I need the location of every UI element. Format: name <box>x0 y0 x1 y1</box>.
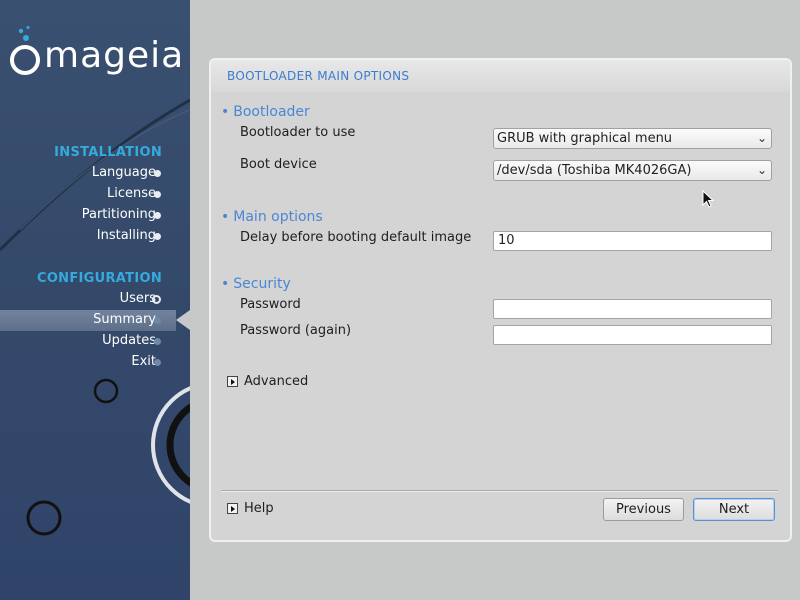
step-done-indicator <box>154 233 161 240</box>
boot-device-label: Boot device <box>240 157 317 172</box>
advanced-label: Advanced <box>244 374 309 389</box>
step-current-indicator <box>154 317 161 324</box>
sidebar-step-exit: Exit <box>131 354 156 369</box>
step-done-indicator <box>154 191 161 198</box>
password-input[interactable] <box>493 299 772 319</box>
group-title-text: Bootloader <box>233 104 310 120</box>
delay-input[interactable]: 10 <box>493 231 772 251</box>
boot-device-combo[interactable]: /dev/sda (Toshiba MK4026GA) ⌄ <box>493 160 772 181</box>
next-button[interactable]: Next <box>693 498 775 521</box>
mouse-cursor-icon <box>702 190 715 208</box>
bootloader-to-use-label: Bootloader to use <box>240 125 356 140</box>
step-todo-indicator <box>154 338 161 345</box>
step-done-indicator <box>152 295 161 304</box>
previous-button[interactable]: Previous <box>603 498 684 521</box>
group-bullet-icon: • <box>221 209 230 225</box>
sidebar-step-summary: Summary <box>93 312 156 327</box>
group-bullet-icon: • <box>221 276 230 292</box>
group-bullet-icon: • <box>221 104 230 120</box>
expand-arrow-icon <box>227 503 238 514</box>
password-again-label: Password (again) <box>240 323 352 338</box>
bootloader-to-use-combo[interactable]: GRUB with graphical menu ⌄ <box>493 128 772 149</box>
sidebar-step-language: Language <box>91 165 156 180</box>
bootloader-group-title: • Bootloader <box>221 104 310 120</box>
sidebar-step-partitioning: Partitioning <box>81 207 156 222</box>
step-done-indicator <box>154 212 161 219</box>
step-todo-indicator <box>154 359 161 366</box>
group-title-text: Main options <box>233 209 323 225</box>
sidebar-step-users: Users <box>119 291 156 306</box>
help-expander[interactable]: Help <box>227 501 274 516</box>
password-label: Password <box>240 297 301 312</box>
sidebar-step-updates: Updates <box>102 333 156 348</box>
help-label: Help <box>244 501 274 516</box>
active-step-arrow <box>176 310 190 330</box>
main-options-group-title: • Main options <box>221 209 323 225</box>
security-group-title: • Security <box>221 276 291 292</box>
panel-header: BOOTLOADER MAIN OPTIONS <box>211 60 790 92</box>
sidebar: mageia INSTALLATION Language License Par… <box>0 0 190 600</box>
bootloader-options-panel: BOOTLOADER MAIN OPTIONS • Bootloader Boot… <box>209 58 792 542</box>
expand-arrow-icon <box>227 376 238 387</box>
panel-title: BOOTLOADER MAIN OPTIONS <box>227 69 410 83</box>
configuration-section-title: CONFIGURATION <box>36 271 162 286</box>
installation-section-title: INSTALLATION <box>54 145 162 160</box>
delay-label: Delay before booting default image <box>240 230 472 245</box>
group-title-text: Security <box>233 276 291 292</box>
step-done-indicator <box>154 170 161 177</box>
password-again-input[interactable] <box>493 325 772 345</box>
combo-value: /dev/sda (Toshiba MK4026GA) <box>497 163 692 178</box>
sidebar-step-installing: Installing <box>96 228 156 243</box>
chevron-down-icon: ⌄ <box>756 163 767 177</box>
footer-separator <box>221 490 778 492</box>
sidebar-step-license: License <box>106 186 156 201</box>
chevron-down-icon: ⌄ <box>756 131 767 145</box>
advanced-expander[interactable]: Advanced <box>227 374 308 389</box>
logo-text: mageia <box>44 35 185 76</box>
combo-value: GRUB with graphical menu <box>497 131 673 146</box>
